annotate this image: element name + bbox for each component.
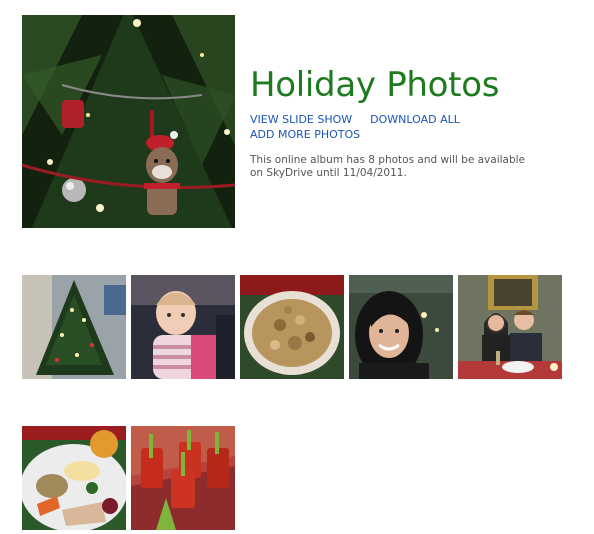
download-all-link[interactable]: DOWNLOAD ALL [370, 113, 460, 126]
photo-thumbnail-2[interactable] [131, 275, 235, 379]
cover-photo[interactable] [22, 15, 235, 228]
baby-photo-icon [131, 275, 235, 379]
bloody-mary-drinks-photo-icon [131, 426, 235, 530]
christmas-tree-sock-monkey-icon [22, 15, 235, 228]
view-slide-show-link[interactable]: VIEW SLIDE SHOW [250, 113, 352, 126]
photo-thumbnail-1[interactable] [22, 275, 126, 379]
photo-thumbnail-5[interactable] [458, 275, 562, 379]
album-description: This online album has 8 photos and will … [250, 154, 526, 179]
add-more-photos-link[interactable]: ADD MORE PHOTOS [250, 128, 360, 141]
woman-smiling-photo-icon [349, 275, 453, 379]
photo-thumbnail-4[interactable] [349, 275, 453, 379]
christmas-tree-photo-icon [22, 275, 126, 379]
album-title: Holiday Photos [250, 65, 500, 105]
photo-thumbnail-7[interactable] [131, 426, 235, 530]
photo-thumbnail-6[interactable] [22, 426, 126, 530]
stuffing-dish-photo-icon [240, 275, 344, 379]
album-actions: VIEW SLIDE SHOW DOWNLOAD ALL ADD MORE PHO… [250, 112, 580, 142]
couple-dinner-photo-icon [458, 275, 562, 379]
album-info: Holiday Photos VIEW SLIDE SHOW DOWNLOAD A… [250, 62, 580, 180]
photo-thumbnail-3[interactable] [240, 275, 344, 379]
holiday-plate-photo-icon [22, 426, 126, 530]
